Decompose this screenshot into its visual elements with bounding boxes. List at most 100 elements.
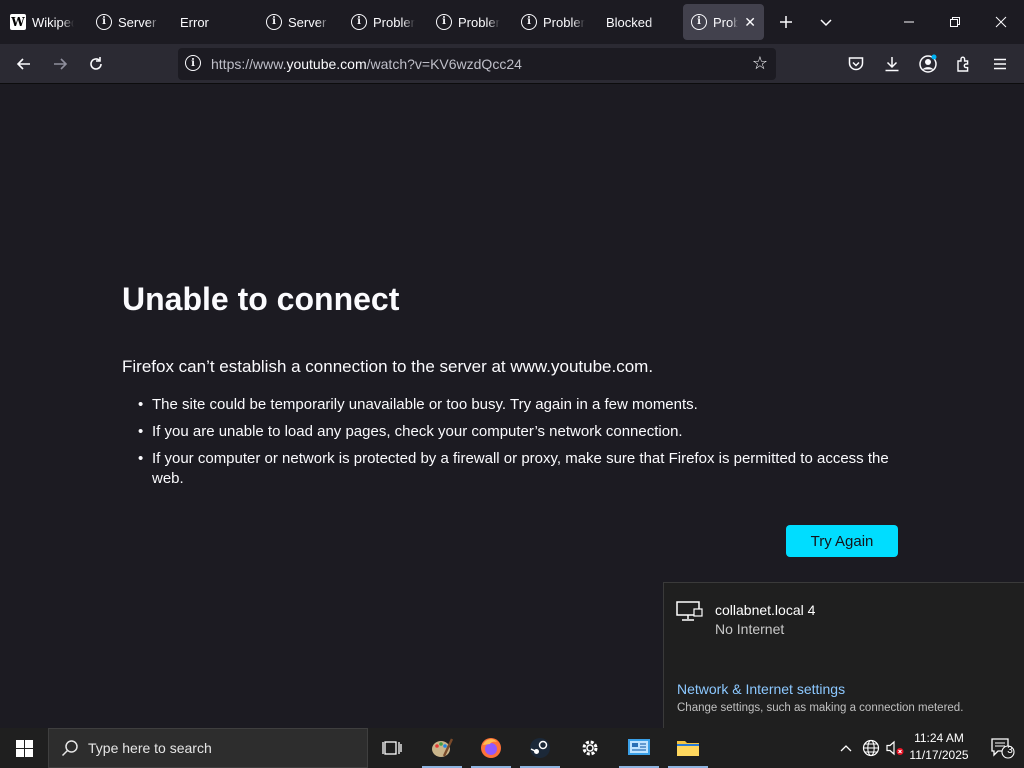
app-menu-button[interactable] xyxy=(985,49,1015,79)
info-icon: i xyxy=(691,14,707,30)
back-button[interactable] xyxy=(9,49,39,79)
arrow-right-icon xyxy=(54,58,68,70)
account-button[interactable] xyxy=(913,49,943,79)
tab-problem-loading-2[interactable]: i Problem loading page xyxy=(428,4,508,40)
bookmark-star-icon[interactable]: ☆ xyxy=(752,53,768,74)
pocket-icon xyxy=(848,57,864,71)
tab-error[interactable]: Error xyxy=(172,4,252,40)
show-hidden-icons-button[interactable] xyxy=(836,728,856,768)
info-icon: i xyxy=(521,14,537,30)
suggestion-item: If you are unable to load any pages, che… xyxy=(130,422,900,442)
windows-logo-icon xyxy=(15,739,33,757)
taskbar-search-box[interactable]: Type here to search xyxy=(48,728,368,768)
hamburger-menu-icon xyxy=(994,58,1006,70)
taskbar-app-control-panel[interactable] xyxy=(619,728,659,768)
tab-wikipedia[interactable]: W Wikipedia xyxy=(2,4,82,40)
ethernet-network-icon xyxy=(676,601,703,621)
globe-network-icon xyxy=(862,739,880,757)
start-button[interactable] xyxy=(0,728,48,768)
taskbar-app-settings[interactable] xyxy=(570,728,610,768)
task-view-icon xyxy=(382,741,402,755)
paint-palette-icon xyxy=(432,738,454,757)
network-flyout: collabnet.local 4 No Internet Network & … xyxy=(663,582,1024,728)
url-path: /watch?v=KV6wzdQcc24 xyxy=(366,56,522,72)
info-icon: i xyxy=(351,14,367,30)
close-tab-icon[interactable]: ✕ xyxy=(744,14,756,31)
puzzle-icon xyxy=(957,56,969,72)
tab-problem-loading-active[interactable]: i Problem loading page ✕ xyxy=(683,4,764,40)
info-icon: i xyxy=(436,14,452,30)
steam-icon xyxy=(530,738,550,758)
search-icon xyxy=(61,740,78,757)
close-icon xyxy=(995,16,1007,28)
chevron-down-icon xyxy=(820,19,832,27)
folder-icon xyxy=(677,741,699,756)
account-icon xyxy=(919,54,937,73)
firefox-icon xyxy=(481,738,501,758)
search-placeholder: Type here to search xyxy=(88,740,212,756)
taskbar-clock[interactable]: 11:24 AM 11/17/2025 xyxy=(905,730,973,764)
tab-title: Problem loading page xyxy=(373,14,415,30)
network-settings-link[interactable]: Network & Internet settings xyxy=(677,681,845,697)
taskbar-app-firefox[interactable] xyxy=(471,728,511,768)
taskbar-app-steam[interactable] xyxy=(520,728,560,768)
network-tray-icon[interactable] xyxy=(860,728,882,768)
tab-title: Server Not Found xyxy=(288,14,330,30)
clock-date: 11/17/2025 xyxy=(909,748,969,762)
reload-button[interactable] xyxy=(81,49,111,79)
task-view-button[interactable] xyxy=(372,728,412,768)
tab-server-not-found[interactable]: i Server Not Found xyxy=(88,4,168,40)
arrow-left-icon xyxy=(16,58,30,70)
error-suggestions: The site could be temporarily unavailabl… xyxy=(130,395,900,496)
wikipedia-icon: W xyxy=(10,14,26,30)
network-status: No Internet xyxy=(715,621,785,637)
reload-icon xyxy=(90,57,102,70)
control-panel-icon xyxy=(628,739,650,755)
network-settings-description: Change settings, such as making a connec… xyxy=(677,702,964,714)
restore-icon xyxy=(950,17,960,27)
download-icon xyxy=(885,57,899,72)
tab-problem-loading-1[interactable]: i Problem loading page xyxy=(343,4,423,40)
close-window-button[interactable] xyxy=(978,0,1024,44)
tab-strip: W Wikipedia i Server Not Found Error i S… xyxy=(0,0,1024,44)
volume-tray-icon[interactable] xyxy=(884,728,906,768)
gear-icon xyxy=(582,740,598,756)
url-host: youtube.com xyxy=(286,56,367,72)
tab-title: Problem loading page xyxy=(458,14,500,30)
restore-button[interactable] xyxy=(932,0,978,44)
tab-title: Blocked xyxy=(606,14,653,30)
tab-title: Wikipedia xyxy=(32,14,74,30)
network-name[interactable]: collabnet.local 4 xyxy=(715,602,815,618)
plus-icon xyxy=(780,16,792,28)
navigation-toolbar: i https://www.youtube.com/watch?v=KV6wzd… xyxy=(0,44,1024,84)
site-info-icon[interactable]: i xyxy=(185,55,201,71)
minimize-icon xyxy=(904,21,914,23)
minimize-button[interactable] xyxy=(886,0,932,44)
extensions-button[interactable] xyxy=(949,49,979,79)
error-description: Firefox can’t establish a connection to … xyxy=(122,357,654,376)
address-bar[interactable]: i https://www.youtube.com/watch?v=KV6wzd… xyxy=(178,48,776,80)
downloads-button[interactable] xyxy=(877,49,907,79)
list-all-tabs-button[interactable] xyxy=(812,8,840,36)
info-icon: i xyxy=(266,14,282,30)
taskbar-app-paint[interactable] xyxy=(422,728,462,768)
speaker-muted-icon xyxy=(886,740,904,756)
tab-title: Server Not Found xyxy=(118,14,160,30)
error-title: Unable to connect xyxy=(122,281,400,317)
notification-count: 3 xyxy=(1007,745,1013,756)
taskbar-app-file-explorer[interactable] xyxy=(668,728,708,768)
chevron-up-icon xyxy=(840,745,852,752)
clock-time: 11:24 AM xyxy=(914,731,964,745)
tab-server-not-found-2[interactable]: i Server Not Found xyxy=(258,4,338,40)
forward-button[interactable] xyxy=(45,49,75,79)
url-text[interactable]: https://www.youtube.com/watch?v=KV6wzdQc… xyxy=(211,56,522,72)
tab-title: Problem loading page xyxy=(543,14,585,30)
tab-blocked[interactable]: Blocked xyxy=(598,4,678,40)
action-center-button[interactable]: 3 xyxy=(980,728,1024,768)
pocket-button[interactable] xyxy=(841,49,871,79)
suggestion-item: If your computer or network is protected… xyxy=(130,449,900,489)
try-again-button[interactable]: Try Again xyxy=(786,525,898,557)
tab-title: Problem loading page xyxy=(713,14,739,30)
tab-problem-loading-3[interactable]: i Problem loading page xyxy=(513,4,593,40)
new-tab-button[interactable] xyxy=(772,8,800,36)
